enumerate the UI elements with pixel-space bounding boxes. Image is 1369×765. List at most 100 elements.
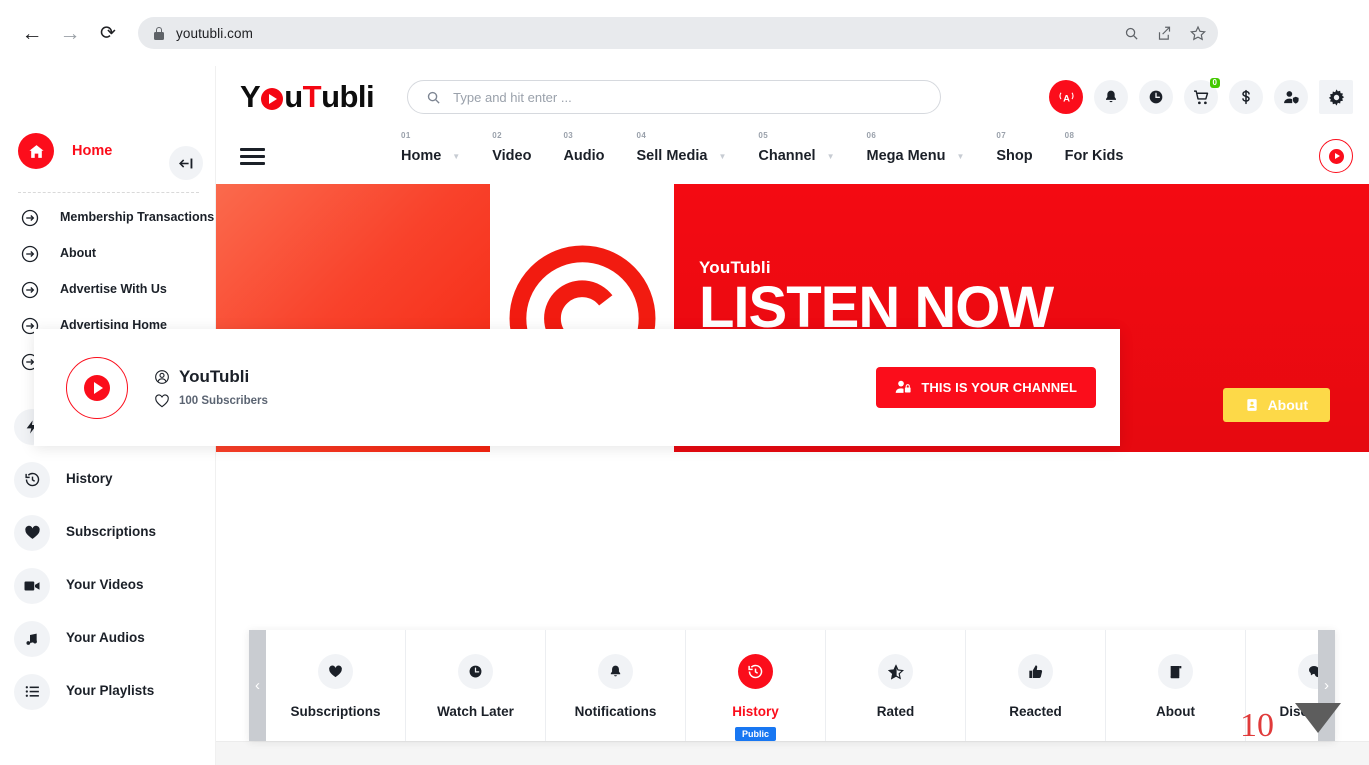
svg-text:A: A: [1063, 93, 1070, 104]
nav-number: 02: [492, 131, 502, 140]
sidebar-item-label: History: [66, 471, 113, 487]
logo-part-2: u: [284, 79, 303, 114]
about-button[interactable]: About: [1222, 388, 1330, 422]
play-circle-icon[interactable]: [1319, 139, 1353, 173]
broadcast-icon[interactable]: A: [1049, 80, 1083, 114]
nav-item-channel[interactable]: 05 Channel ▼: [742, 131, 850, 164]
cursor-triangle-icon: [1295, 703, 1341, 733]
video-camera-icon: [14, 567, 50, 604]
sidebar-item-label: Home: [72, 143, 113, 159]
collapse-sidebar-icon[interactable]: [169, 146, 203, 180]
dollar-icon[interactable]: [1229, 80, 1263, 114]
cart-badge: 0: [1209, 78, 1220, 88]
sidebar-item-your-playlists[interactable]: Your Playlists: [0, 666, 215, 717]
header-icons: A 0: [1049, 78, 1353, 114]
search-input[interactable]: Type and hit enter ...: [407, 80, 942, 114]
tab-label: Rated: [876, 704, 915, 719]
nav-item-mega-menu[interactable]: 06 Mega Menu ▼: [850, 131, 980, 164]
nav-label: Shop: [996, 148, 1033, 164]
bell-icon[interactable]: [1094, 80, 1128, 114]
site-logo[interactable]: Y u T ubli: [240, 79, 375, 115]
avatar[interactable]: [66, 356, 128, 419]
gear-icon[interactable]: [1319, 80, 1353, 114]
share-icon[interactable]: [1157, 26, 1172, 41]
hamburger-icon[interactable]: [240, 147, 265, 165]
nav-number: 05: [758, 131, 769, 140]
chevron-left-icon[interactable]: ‹: [249, 630, 266, 741]
sidebar-item-about[interactable]: About: [0, 237, 215, 271]
clock-icon[interactable]: [1139, 80, 1173, 114]
sidebar-item-label: Advertise With Us: [60, 282, 167, 297]
cart-icon[interactable]: 0: [1184, 78, 1220, 114]
arrow-circle-icon: [18, 206, 42, 230]
channel-name-row: YouTubli: [154, 367, 268, 387]
user-circle-icon: [154, 369, 170, 385]
nav-item-shop[interactable]: 07 Shop: [980, 131, 1048, 164]
home-icon: [18, 133, 54, 169]
nav-number: 08: [1064, 131, 1075, 140]
user-shield-icon[interactable]: [1274, 80, 1308, 114]
heart-icon: [14, 514, 50, 551]
tab-label: Subscriptions: [290, 704, 381, 719]
nav-item-audio[interactable]: 03 Audio: [547, 131, 620, 164]
sidebar-item-your-videos[interactable]: Your Videos: [0, 560, 215, 611]
url-text: youtubli.com: [176, 25, 253, 41]
sidebar-item-subscriptions[interactable]: Subscriptions: [0, 507, 215, 558]
channel-button-label: THIS IS YOUR CHANNEL: [921, 380, 1077, 395]
site-header: Y u T ubli Type and hit enter ... A 0: [216, 66, 1369, 128]
nav-label: Channel: [758, 148, 816, 164]
browser-toolbar: ← → ⟳ youtubli.com: [0, 0, 1369, 66]
nav-item-for-kids[interactable]: 08 For Kids: [1049, 131, 1140, 164]
sidebar-item-label: Your Audios: [66, 630, 145, 646]
banner-title: LISTEN NOW: [699, 275, 1054, 340]
tab-about[interactable]: About: [1106, 630, 1246, 741]
nav-number: 01: [401, 131, 411, 140]
arrow-circle-icon: [18, 242, 42, 266]
tab-watch-later[interactable]: Watch Later: [406, 630, 546, 741]
lock-icon: [154, 26, 164, 40]
sidebar-item-membership-transactions[interactable]: Membership Transactions: [0, 201, 215, 235]
history-icon: [14, 461, 50, 498]
reload-icon[interactable]: ⟳: [92, 17, 124, 49]
tab-label: Watch Later: [437, 704, 514, 719]
chevron-down-icon: ▼: [826, 151, 835, 161]
bookmark-star-icon[interactable]: [1190, 25, 1206, 41]
bell-icon: [598, 654, 633, 689]
status-badge: Public: [734, 727, 776, 741]
tab-notifications[interactable]: Notifications: [546, 630, 686, 741]
nav-label: For Kids: [1064, 148, 1124, 164]
tab-subscriptions[interactable]: Subscriptions: [266, 630, 406, 741]
nav-label: Mega Menu: [866, 148, 946, 164]
sidebar-sections: Trending History Subscriptions: [0, 401, 215, 717]
chevron-down-icon: ▼: [452, 151, 461, 161]
chevron-down-icon: ▼: [956, 151, 965, 161]
sidebar-item-history[interactable]: History: [0, 454, 215, 505]
main-navigation: 01 Home ▼ 02 Video 03 Audio 04 Sell Medi…: [216, 128, 1369, 184]
this-is-your-channel-button[interactable]: THIS IS YOUR CHANNEL: [876, 367, 1096, 408]
search-icon[interactable]: [1124, 26, 1139, 41]
address-bar[interactable]: youtubli.com: [138, 17, 1218, 49]
search-wrapper: Type and hit enter ...: [407, 80, 942, 114]
back-arrow-icon[interactable]: ←: [16, 17, 48, 49]
tab-history[interactable]: History Public: [686, 630, 826, 741]
sidebar-item-your-audios[interactable]: Your Audios: [0, 613, 215, 664]
sidebar-item-advertise-with-us[interactable]: Advertise With Us: [0, 273, 215, 307]
user-lock-icon: [895, 379, 912, 396]
forward-arrow-icon[interactable]: →: [54, 17, 86, 49]
channel-name: YouTubli: [179, 366, 250, 386]
history-icon: [738, 654, 773, 689]
chevron-down-icon: ▼: [718, 151, 727, 161]
nav-item-home[interactable]: 01 Home ▼: [385, 131, 476, 164]
nav-label: Home: [401, 148, 442, 164]
nav-number: 07: [996, 131, 1007, 140]
nav-label: Sell Media: [636, 148, 708, 164]
sidebar-item-label: About: [60, 246, 97, 261]
channel-tabs: ‹ Subscriptions Watch Later Notification…: [249, 630, 1335, 741]
tab-reacted[interactable]: Reacted: [966, 630, 1106, 741]
tab-label: About: [1156, 704, 1195, 719]
tab-label: Notifications: [574, 704, 657, 719]
nav-item-sell-media[interactable]: 04 Sell Media ▼: [621, 131, 743, 164]
nav-item-video[interactable]: 02 Video: [476, 131, 547, 164]
tab-rated[interactable]: Rated: [826, 630, 966, 741]
thumbs-up-icon: [1018, 654, 1053, 689]
